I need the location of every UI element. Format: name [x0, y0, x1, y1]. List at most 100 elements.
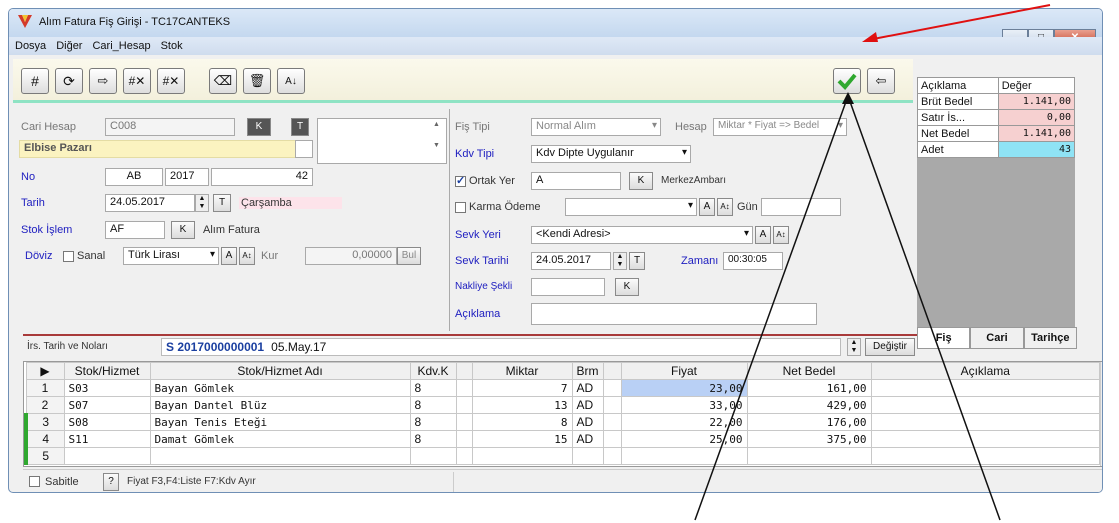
cari-notes-box[interactable] [317, 118, 447, 164]
menu-diger[interactable]: Diğer [56, 37, 82, 55]
ortak-yer-checkbox[interactable] [455, 174, 466, 187]
help-button[interactable]: ? [103, 473, 119, 491]
tab-cari[interactable]: Cari [970, 327, 1024, 349]
stok-islem-k-button[interactable]: K [171, 221, 195, 239]
kur-input[interactable]: 0,00000 [305, 247, 397, 265]
sanal-checkbox[interactable] [63, 251, 74, 262]
tarih-input[interactable]: 24.05.2017 [105, 194, 195, 212]
karma-a-button[interactable]: A [699, 198, 715, 216]
cell-aciklama[interactable] [870, 430, 1100, 448]
cell-miktar[interactable] [471, 447, 573, 465]
cell-net[interactable]: 429,00 [746, 396, 872, 414]
col-miktar[interactable]: Miktar [471, 362, 573, 380]
cari-name-field[interactable]: Elbise Pazarı [19, 140, 309, 158]
table-row[interactable]: 4 S11 Damat Gömlek 8 15 AD 25,00 375,00 [24, 430, 1100, 448]
summary-row[interactable]: Satır İs... 0,00 [917, 109, 1076, 126]
cell-kdv[interactable]: 8 [409, 379, 457, 397]
sevk-yeri-select[interactable]: <Kendi Adresi> [531, 226, 753, 244]
cell-code[interactable]: S08 [63, 413, 151, 431]
cell-fiyat[interactable]: 22,00 [620, 413, 748, 431]
irs-spinner[interactable]: ▲ ▼ [847, 338, 861, 356]
table-row[interactable]: 2 S07 Bayan Dantel Blüz 8 13 AD 33,00 42… [25, 396, 1100, 414]
cari-hesap-input[interactable]: C008 [105, 118, 235, 136]
cell-miktar[interactable]: 7 [471, 379, 573, 397]
fis-tipi-select[interactable]: Normal Alım [531, 118, 661, 136]
no-year-input[interactable]: 2017 [165, 168, 209, 186]
nakliye-input[interactable] [531, 278, 605, 296]
menu-cari-hesap[interactable]: Cari_Hesap [92, 37, 150, 55]
col-kdv-k[interactable]: Kdv.K [409, 362, 457, 380]
table-row[interactable]: 3 S08 Bayan Tenis Eteği 8 8 AD 22,00 176… [24, 413, 1100, 431]
cell-name[interactable]: Bayan Tenis Eteği [149, 413, 411, 431]
table-row[interactable]: 1 S03 Bayan Gömlek 8 7 AD 23,00 161,00 [25, 379, 1100, 397]
karma-odeme-select[interactable] [565, 198, 697, 216]
cell-aciklama[interactable] [870, 379, 1100, 397]
table-row[interactable]: 5 [24, 447, 1100, 465]
cell-net[interactable] [746, 447, 872, 465]
eraser-button[interactable]: ⌫ [209, 68, 237, 94]
col-stok-hizmet[interactable]: Stok/Hizmet [63, 362, 151, 380]
cell-net[interactable]: 176,00 [746, 413, 872, 431]
kur-bul-button[interactable]: Bul [397, 247, 421, 265]
export-button[interactable]: ⇨ [89, 68, 117, 94]
cell-kdv[interactable]: 8 [409, 430, 457, 448]
col-aciklama[interactable]: Açıklama [870, 362, 1100, 380]
cari-t-button[interactable]: T [291, 118, 309, 136]
cell-name[interactable]: Damat Gömlek [149, 430, 411, 448]
cell-name[interactable]: Bayan Gömlek [149, 379, 411, 397]
cell-miktar[interactable]: 13 [471, 396, 573, 414]
cell-aciklama[interactable] [870, 447, 1100, 465]
cell-name[interactable] [149, 447, 411, 465]
summary-row[interactable]: Adet 43 [917, 141, 1076, 158]
sevk-convert-button[interactable]: A↕ [773, 226, 789, 244]
grid-scrollbar[interactable]: ▲ [1100, 362, 1102, 466]
new-record-button[interactable]: # [21, 68, 49, 94]
col-brm[interactable]: Brm [571, 362, 604, 380]
karma-convert-button[interactable]: A↕ [717, 198, 733, 216]
doviz-select[interactable]: Türk Lirası [123, 247, 219, 265]
kdv-tipi-select[interactable]: Kdv Dipte Uygulanır [531, 145, 691, 163]
cell-miktar[interactable]: 8 [471, 413, 573, 431]
cell-fiyat[interactable]: 23,00 [620, 379, 748, 397]
cell-net[interactable]: 161,00 [746, 379, 872, 397]
sevk-tarihi-input[interactable]: 24.05.2017 [531, 252, 611, 270]
cell-code[interactable] [63, 447, 151, 465]
aciklama-input[interactable] [531, 303, 817, 325]
notes-scrollbar[interactable]: ▲ ▼ [433, 121, 443, 161]
no-value-input[interactable]: 42 [211, 168, 313, 186]
doviz-convert-button[interactable]: A↕ [239, 247, 255, 265]
cell-name[interactable]: Bayan Dantel Blüz [149, 396, 411, 414]
cell-aciklama[interactable] [870, 396, 1100, 414]
tarih-t-button[interactable]: T [213, 194, 231, 212]
cari-k-button[interactable]: K [247, 118, 271, 136]
cell-brm[interactable]: AD [571, 430, 604, 448]
karma-odeme-checkbox[interactable] [455, 202, 466, 213]
cell-brm[interactable]: AD [571, 413, 604, 431]
stok-islem-input[interactable]: AF [105, 221, 165, 239]
sort-button[interactable]: A↓ [277, 68, 305, 94]
cell-aciklama[interactable] [870, 413, 1100, 431]
cell-miktar[interactable]: 15 [471, 430, 573, 448]
menu-stok[interactable]: Stok [161, 37, 183, 55]
cell-fiyat[interactable]: 25,00 [620, 430, 748, 448]
sevk-tarihi-spinner[interactable]: ▲ ▼ [613, 252, 627, 270]
cell-fiyat[interactable]: 33,00 [620, 396, 748, 414]
cari-name-button[interactable] [295, 140, 313, 158]
no-prefix-input[interactable]: AB [105, 168, 163, 186]
cell-fiyat[interactable] [620, 447, 748, 465]
sabitle-checkbox[interactable] [29, 476, 40, 487]
cell-brm[interactable] [571, 447, 604, 465]
hesap-select[interactable]: Miktar * Fiyat => Bedel [713, 118, 847, 136]
cell-brm[interactable]: AD [571, 396, 604, 414]
grid-clear-button[interactable]: #✕ [157, 68, 185, 94]
cell-code[interactable]: S07 [63, 396, 151, 414]
col-stok-hizmet-adi[interactable]: Stok/Hizmet Adı [149, 362, 411, 380]
refresh-button[interactable]: ⟳ [55, 68, 83, 94]
sevk-t-button[interactable]: T [629, 252, 645, 270]
cell-kdv[interactable]: 8 [409, 413, 457, 431]
tarih-spinner[interactable]: ▲ ▼ [195, 194, 209, 212]
irs-field[interactable]: S 2017000000001 05.May.17 [161, 338, 841, 356]
gun-input[interactable] [761, 198, 841, 216]
cell-code[interactable]: S03 [63, 379, 151, 397]
cell-brm[interactable]: AD [571, 379, 604, 397]
